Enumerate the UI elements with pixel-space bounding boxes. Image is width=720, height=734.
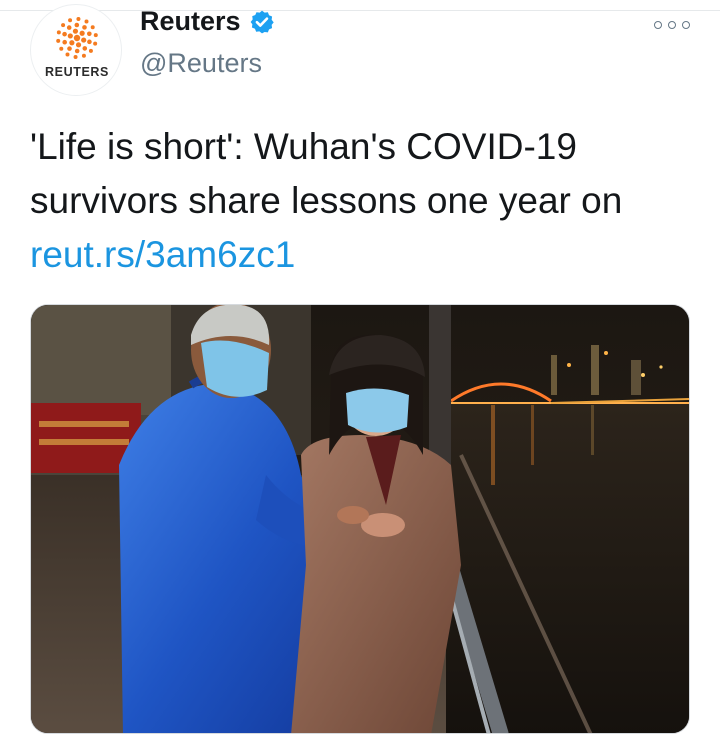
- photo-image: [31, 305, 689, 733]
- tweet-photo[interactable]: [30, 304, 690, 734]
- user-handle[interactable]: @Reuters: [140, 48, 262, 79]
- avatar-wordmark: REUTERS: [45, 65, 109, 79]
- display-name-text: Reuters: [140, 6, 241, 36]
- top-divider: [0, 0, 720, 11]
- verified-badge-icon: [250, 10, 274, 33]
- tweet-link[interactable]: reut.rs/3am6zc1: [30, 234, 295, 275]
- display-name[interactable]: Reuters: [140, 6, 275, 37]
- tweet-text: 'Life is short': Wuhan's COVID-19 surviv…: [30, 120, 700, 282]
- avatar[interactable]: REUTERS: [30, 4, 122, 96]
- reuters-logo-icon: [56, 17, 98, 59]
- more-options-icon[interactable]: [654, 14, 690, 36]
- tweet-body: 'Life is short': Wuhan's COVID-19 surviv…: [30, 126, 623, 221]
